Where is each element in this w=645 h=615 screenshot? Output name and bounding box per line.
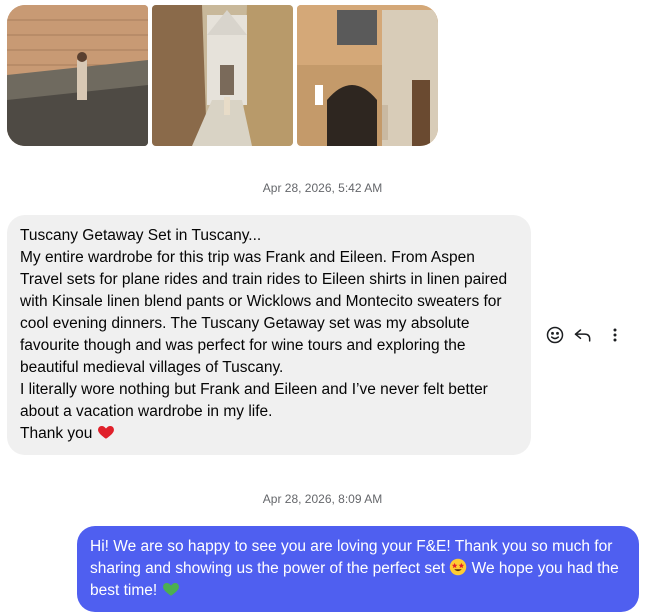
photo-attachments [7,5,438,146]
red-heart-icon [97,423,115,441]
reply-arrow-icon[interactable] [571,323,595,347]
timestamp: Apr 28, 2026, 8:09 AM [262,492,383,506]
message-thanks-line: Thank you [20,423,519,445]
message-title-line: Tuscany Getaway Set in Tuscany... [20,227,262,244]
smiley-icon[interactable] [543,323,567,347]
timestamp: Apr 28, 2026, 5:42 AM [262,181,383,195]
outgoing-message-bubble[interactable]: Hi! We are so happy to see you are lovin… [77,526,639,612]
photo-archway-building[interactable] [297,5,438,146]
message-paragraph: I literally wore nothing but Frank and E… [20,381,488,420]
message-actions [543,323,627,347]
star-struck-icon [449,558,467,576]
message-paragraph: My entire wardrobe for this trip was Fra… [20,249,508,376]
green-heart-icon [162,580,180,598]
chat-thread: Apr 28, 2026, 5:42 AM Tuscany Getaway Se… [0,0,645,615]
thanks-text: Thank you [20,425,93,442]
incoming-message-bubble[interactable]: Tuscany Getaway Set in Tuscany... My ent… [7,215,531,455]
photo-stone-wall[interactable] [7,5,148,146]
photo-alley-church[interactable] [152,5,293,146]
more-vertical-icon[interactable] [603,323,627,347]
